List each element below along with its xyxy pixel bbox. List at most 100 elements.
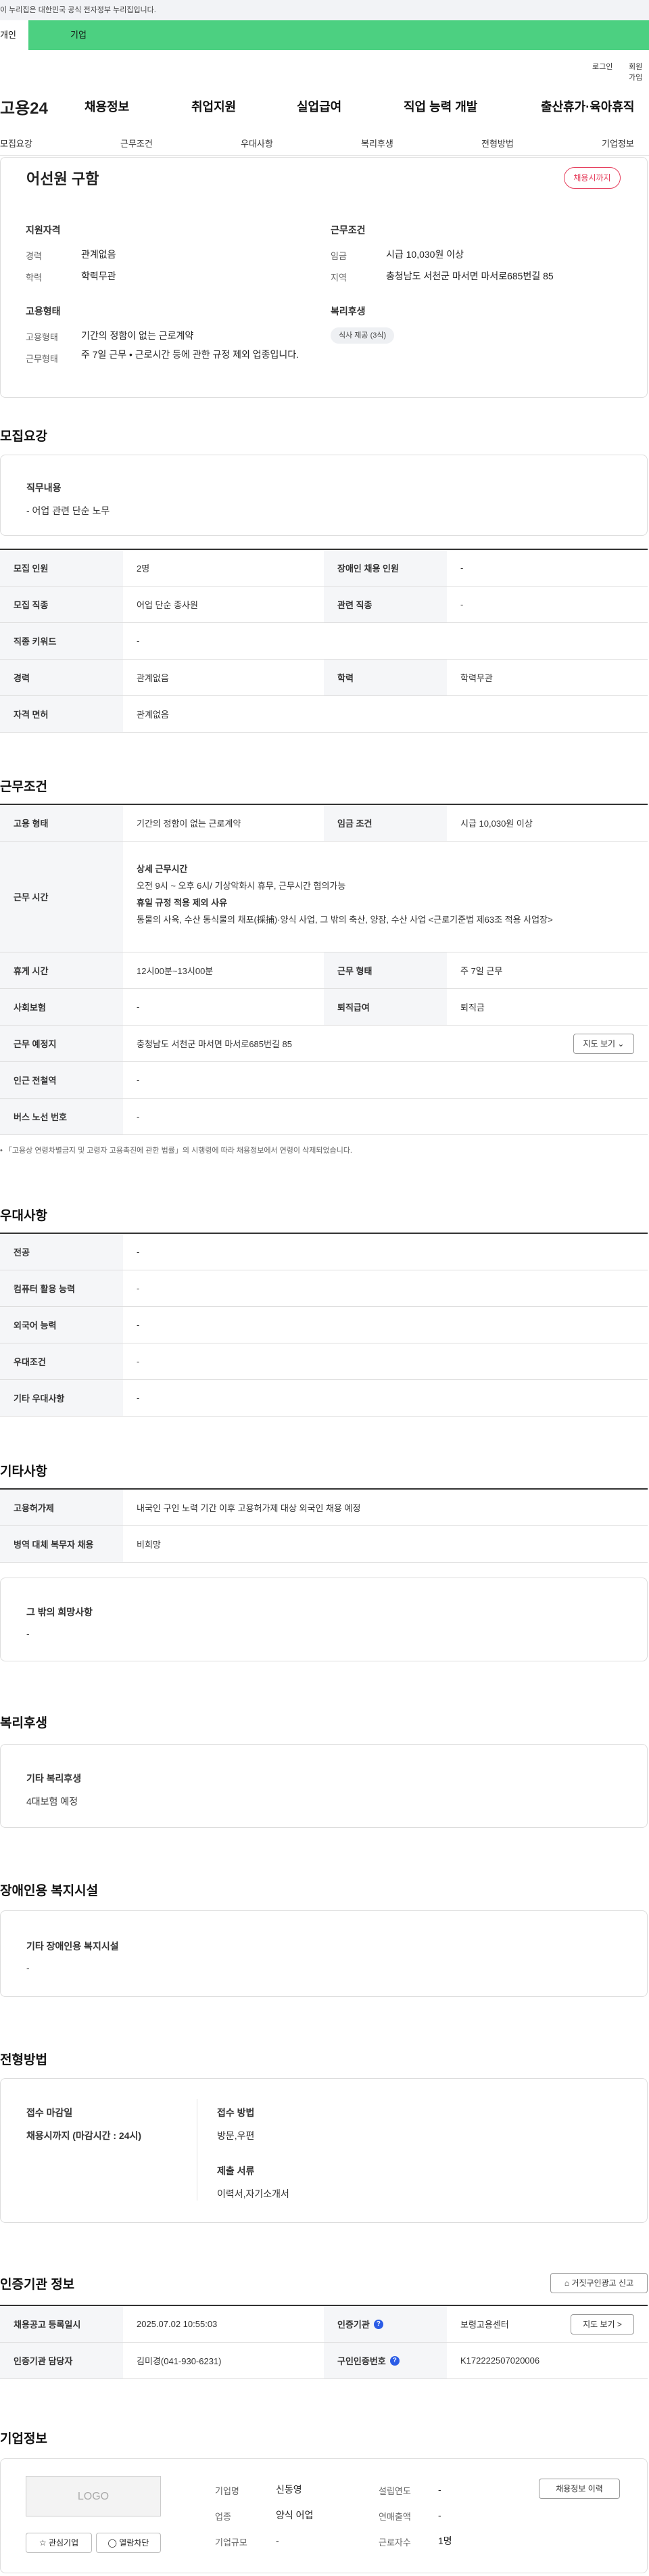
cell-header: 사회보험 — [0, 989, 123, 1025]
prefer-table: 전공 - 컴퓨터 활용 능력 - 외국어 능력 - 우대조건 - 기타 우대사항 - — [0, 1233, 648, 1417]
recruit-heading: 모집요강 — [0, 430, 47, 444]
cell-header: 모집 직종 — [0, 586, 123, 622]
cell-value: - — [460, 563, 464, 573]
holiday-exception-heading: 휴일 규정 적용 제외 사유 — [137, 898, 228, 908]
subnav-recruit[interactable]: 모집요강 — [0, 137, 32, 150]
detail-hours-value: 오전 9시 ~ 오후 6시/ 기상악화시 휴무, 근무시간 협의가능 — [137, 881, 346, 891]
menu-job-training[interactable]: 직업 능력 개발 — [404, 97, 477, 115]
docs-heading: 제출 서류 — [217, 2165, 255, 2176]
method-heading: 접수 방법 — [217, 2107, 255, 2118]
cell-value: - — [137, 1111, 140, 1122]
table-row: 컴퓨터 활용 능력 - — [0, 1270, 648, 1307]
site-logo[interactable]: 고용24 — [0, 95, 48, 118]
table-row: 우대조건 - — [0, 1343, 648, 1380]
work-form-value: 주 7일 근무 • 근로시간 등에 관한 규정 제외 업종입니다. — [81, 349, 299, 360]
cell-header: 구인인증번호? — [324, 2343, 447, 2378]
cert-map-button[interactable]: 지도 보기 > — [571, 2314, 634, 2334]
age-notice-text: 「고용상 연령차별금지 및 고령자 고용촉진에 관한 법률」의 시행령에 따라 … — [4, 1147, 352, 1155]
welfare-chip: 식사 제공 (3식) — [331, 327, 395, 344]
area-value: 충청남도 서천군 마서면 마서로685번길 85 — [386, 271, 554, 281]
tab-company[interactable]: 기업 — [70, 20, 87, 50]
cert-org-label: 인증기관 — [337, 2320, 370, 2330]
sales-label: 연매출액 — [379, 2512, 411, 2522]
table-row: 인증기관 담당자 김미경(041-930-6231) 구인인증번호? K1722… — [0, 2343, 648, 2379]
menu-employment-support[interactable]: 취업지원 — [191, 97, 236, 115]
process-heading: 전형방법 — [0, 2053, 47, 2067]
gov-banner: 이 누리집은 대한민국 공식 전자정부 누리집입니다. — [0, 0, 649, 20]
cell-header: 인증기관 담당자 — [0, 2343, 123, 2378]
cell-value: - — [137, 1075, 140, 1085]
work-form-label: 근무형태 — [26, 354, 58, 364]
menu-jobs[interactable]: 채용정보 — [85, 97, 129, 115]
table-row: 병역 대체 복무자 채용 비희망 — [0, 1526, 648, 1563]
job-history-button[interactable]: 채용정보 이력 — [539, 2479, 620, 2499]
info-icon[interactable]: ? — [373, 2319, 383, 2329]
tab-personal[interactable]: 개인 — [0, 20, 28, 50]
cell-value: - — [137, 1247, 140, 1257]
subnav-conditions[interactable]: 근무조건 — [120, 137, 153, 150]
report-fake-ad-button[interactable]: ⌂ 거짓구인광고 신고 — [550, 2273, 648, 2293]
experience-label: 경력 — [26, 251, 42, 261]
menu-unemployment-benefit[interactable]: 실업급여 — [297, 97, 341, 115]
table-row: 사회보험 - 퇴직급여 퇴직금 — [0, 989, 648, 1026]
duty-box: 직무내용 - 어업 관련 단순 노무 — [0, 455, 648, 536]
cert-num-label: 구인인증번호 — [337, 2356, 386, 2366]
info-icon[interactable]: ? — [389, 2355, 400, 2366]
table-row: 경력 관계없음 학력 학력무관 — [0, 660, 648, 696]
cell-header: 자격 면허 — [0, 696, 123, 732]
other-wish-box: 그 밖의 희망사항 - — [0, 1578, 648, 1661]
table-row: 자격 면허 관계없음 — [0, 696, 648, 733]
duty-value: - 어업 관련 단순 노무 — [26, 505, 110, 516]
cell-header: 휴게 시간 — [0, 952, 123, 988]
cell-header: 관련 직종 — [324, 586, 447, 622]
welfare-section-heading: 복리후생 — [0, 1716, 47, 1730]
etc-heading: 기타사항 — [0, 1465, 47, 1479]
cell-value: - — [137, 1320, 140, 1330]
duty-heading: 직무내용 — [26, 482, 62, 493]
deadline-value: 채용시까지 (마감시간 : 24시) — [26, 2130, 142, 2141]
cell-header: 근무 형태 — [324, 952, 447, 988]
company-logo: LOGO — [26, 2476, 161, 2516]
other-wish-heading: 그 밖의 희망사항 — [26, 1607, 93, 1617]
cell-value: 김미경(041-930-6231) — [137, 2356, 222, 2366]
process-box: 접수 마감일 채용시까지 (마감시간 : 24시) 접수 방법 방문,우편 제출… — [0, 2078, 648, 2223]
method-value: 방문,우편 — [217, 2130, 255, 2141]
subnav-welfare[interactable]: 복리후생 — [361, 137, 393, 150]
cell-value: - — [137, 1356, 140, 1366]
founded-label: 설립연도 — [379, 2486, 411, 2496]
map-view-button[interactable]: 지도 보기 ⌄ — [573, 1034, 634, 1054]
sales-value: - — [438, 2510, 441, 2521]
employment-type-value: 기간의 정함이 없는 근로계약 — [81, 330, 194, 341]
menu-parental-leave[interactable]: 출산휴가·육아휴직 — [541, 97, 634, 115]
subnav-company[interactable]: 기업정보 — [602, 137, 634, 150]
cell-value: 충청남도 서천군 마서면 마서로685번길 85 — [137, 1039, 292, 1049]
cell-value: 주 7일 근무 — [460, 966, 503, 976]
cell-value: - — [460, 599, 464, 610]
cell-value: 내국인 구인 노력 기간 이후 고용허가제 대상 외국인 채용 예정 — [137, 1503, 361, 1513]
favorite-company-button[interactable]: ☆ 관심기업 — [26, 2533, 92, 2553]
cell-header: 근무 예정지 — [0, 1026, 123, 1061]
disabled-box: 기타 장애인용 복지시설 - — [0, 1910, 648, 1997]
area-label: 지역 — [331, 273, 347, 283]
cell-value: - — [137, 1002, 140, 1012]
table-row: 고용허가제 내국인 구인 노력 기간 이후 고용허가제 대상 외국인 채용 예정 — [0, 1490, 648, 1526]
table-row: 직종 키워드 - — [0, 623, 648, 660]
cell-value: 관계없음 — [137, 710, 169, 720]
table-row: 휴게 시간 12시00분~13시00분 근무 형태 주 7일 근무 — [0, 952, 648, 989]
login-link[interactable]: 로그인 — [592, 61, 612, 72]
cell-header: 병역 대체 복무자 채용 — [0, 1526, 123, 1562]
education-value: 학력무관 — [81, 271, 116, 281]
company-name-value: 신동영 — [276, 2484, 302, 2495]
work-hours-detail: 상세 근무시간 오전 9시 ~ 오후 6시/ 기상악화시 휴무, 근무시간 협의… — [123, 842, 648, 952]
cell-value: 12시00분~13시00분 — [137, 966, 214, 976]
cell-header: 학력 — [324, 660, 447, 695]
cell-header: 전공 — [0, 1234, 123, 1270]
block-view-button[interactable]: ◯ 열람차단 — [96, 2533, 161, 2553]
age-notice: • 「고용상 연령차별금지 및 고령자 고용촉진에 관한 법률」의 시행령에 따… — [0, 1147, 352, 1155]
welfare-sub-value: 4대보험 예정 — [26, 1796, 78, 1807]
subnav-preference[interactable]: 우대사항 — [241, 137, 273, 150]
subnav-process[interactable]: 전형방법 — [481, 137, 514, 150]
recruit-table: 모집 인원 2명 장애인 채용 인원 - 모집 직종 어업 단순 종사원 관련 … — [0, 549, 648, 733]
signup-link[interactable]: 회원가입 — [629, 61, 649, 83]
conditions-section-heading: 근무조건 — [0, 780, 47, 794]
